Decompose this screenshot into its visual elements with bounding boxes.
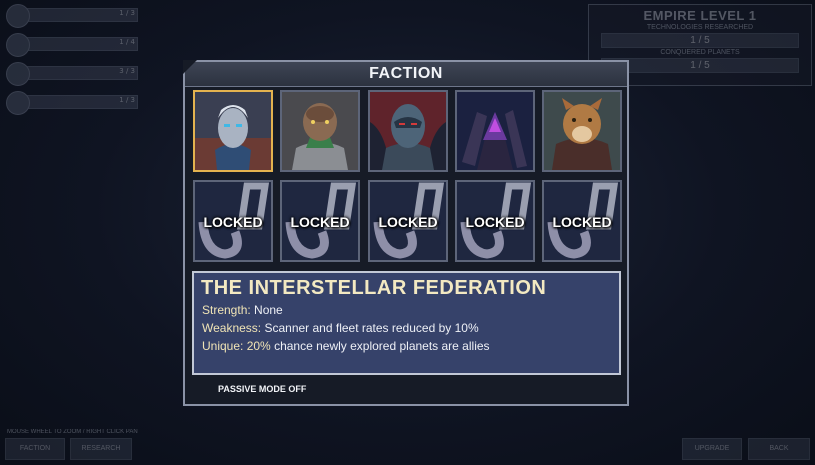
research-button[interactable]: RESEARCH <box>70 438 132 460</box>
faction-reptilian[interactable] <box>280 90 360 172</box>
locked-faction-slot[interactable]: LOCKED <box>368 180 448 262</box>
locked-label: LOCKED <box>203 214 263 230</box>
unique-line: Unique: 20% chance newly explored planet… <box>202 339 490 353</box>
locked-faction-slot[interactable]: LOCKED <box>542 180 622 262</box>
locked-label: LOCKED <box>465 214 525 230</box>
controls-hint: MOUSE WHEEL TO ZOOM / RIGHT CLICK PAN <box>7 429 138 435</box>
faction-modal: FACTION LOCKED LOCKED LOCKED LOCKED LOCK… <box>183 60 629 406</box>
resource-icon <box>6 33 30 57</box>
strength-value: None <box>250 303 283 317</box>
faction-name: THE INTERSTELLAR FEDERATION <box>201 277 547 299</box>
locked-label: LOCKED <box>290 214 350 230</box>
back-button[interactable]: BACK <box>748 438 810 460</box>
resource-value: 1 / 3 <box>119 9 135 17</box>
faction-info-panel: THE INTERSTELLAR FEDERATION Strength: No… <box>192 271 621 375</box>
locked-faction-slot[interactable]: LOCKED <box>280 180 360 262</box>
federation-portrait-icon <box>195 92 271 170</box>
modal-header: FACTION <box>183 60 627 87</box>
planets-progress: 1 / 5 <box>601 58 799 73</box>
resource-value: 1 / 3 <box>119 96 135 104</box>
resource-row: 1 / 3 <box>6 91 138 115</box>
passive-mode-toggle[interactable]: PASSIVE MODE OFF <box>218 384 306 394</box>
faction-insectoid[interactable] <box>455 90 535 172</box>
resource-row: 1 / 3 <box>6 4 138 28</box>
weakness-line: Weakness: Scanner and fleet rates reduce… <box>202 321 479 335</box>
strength-label: Strength: <box>202 303 251 317</box>
locked-faction-slot[interactable]: LOCKED <box>193 180 273 262</box>
resource-icon <box>6 91 30 115</box>
modal-title: FACTION <box>369 65 443 82</box>
unique-value: chance newly explored planets are allies <box>270 339 490 353</box>
resource-value: 1 / 4 <box>119 38 135 46</box>
insectoid-portrait-icon <box>457 92 533 170</box>
technologies-label: TECHNOLOGIES RESEARCHED <box>646 24 754 31</box>
faction-button[interactable]: FACTION <box>5 438 65 460</box>
locked-faction-slot[interactable]: LOCKED <box>455 180 535 262</box>
resource-row: 1 / 4 <box>6 33 138 57</box>
strength-line: Strength: None <box>202 303 283 317</box>
upgrade-button[interactable]: UPGRADE <box>682 438 742 460</box>
unique-label: Unique: <box>202 339 244 353</box>
feline-portrait-icon <box>544 92 620 170</box>
resource-value: 3 / 3 <box>119 67 135 75</box>
weakness-value: Scanner and fleet rates reduced by 10% <box>261 321 479 335</box>
locked-label: LOCKED <box>378 214 438 230</box>
faction-feline[interactable] <box>542 90 622 172</box>
resource-icon <box>6 62 30 86</box>
faction-robot[interactable] <box>368 90 448 172</box>
locked-label: LOCKED <box>552 214 612 230</box>
resource-row: 3 / 3 <box>6 62 138 86</box>
reptilian-portrait-icon <box>282 92 358 170</box>
faction-federation[interactable] <box>193 90 273 172</box>
technologies-progress: 1 / 5 <box>601 33 799 48</box>
robot-portrait-icon <box>370 92 446 170</box>
unique-highlight: 20% <box>243 339 271 353</box>
weakness-label: Weakness: <box>202 321 262 335</box>
planets-label: CONQUERED PLANETS <box>660 49 740 56</box>
empire-level-title: EMPIRE LEVEL 1 <box>643 8 757 23</box>
resource-icon <box>6 4 30 28</box>
resource-bars: 1 / 3 1 / 4 3 / 3 1 / 3 <box>6 4 138 120</box>
